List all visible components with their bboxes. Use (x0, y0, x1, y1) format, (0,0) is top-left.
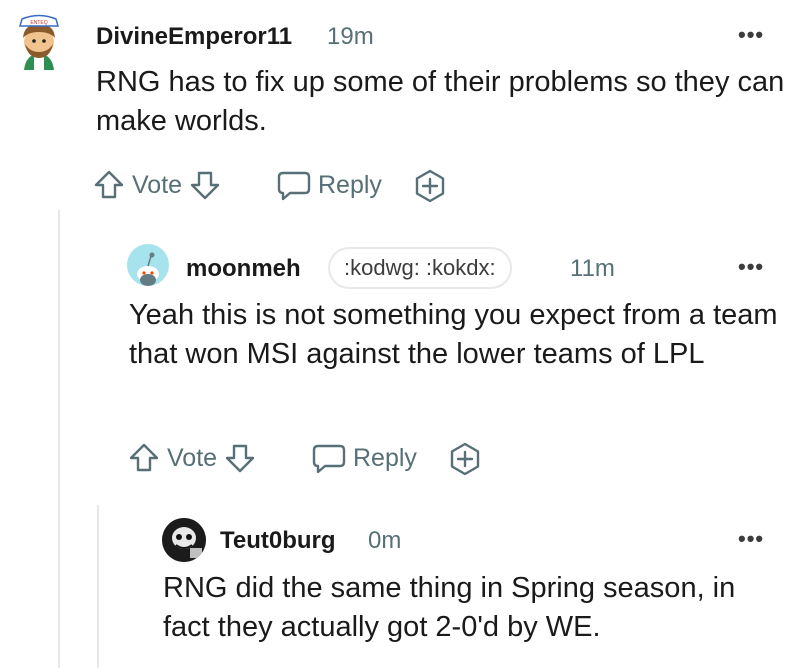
reply-button[interactable]: Reply (276, 168, 388, 202)
comment-bubble-icon (311, 441, 347, 475)
comment-body: Yeah this is not something you expect fr… (129, 299, 778, 370)
reply-button[interactable]: Reply (311, 441, 423, 475)
username[interactable]: moonmeh (186, 255, 301, 283)
award-button[interactable] (447, 441, 483, 477)
vote-control: Vote (127, 441, 257, 475)
vote-label: Vote (167, 443, 218, 472)
award-button[interactable] (412, 168, 448, 204)
reply-label: Reply (318, 170, 382, 199)
upvote-icon[interactable] (92, 168, 126, 202)
ellipsis-icon[interactable]: ••• (738, 24, 764, 46)
user-flair: :kodwg: :kokdx: (328, 247, 512, 289)
thread-line-level-2 (97, 505, 99, 668)
username[interactable]: Teut0burg (220, 527, 336, 555)
comment-body: RNG has to fix up some of their problems… (96, 66, 785, 137)
ellipsis-icon[interactable]: ••• (738, 528, 764, 550)
award-plus-icon (412, 168, 448, 204)
downvote-icon[interactable] (188, 168, 222, 202)
reply-label: Reply (353, 443, 417, 472)
award-plus-icon (447, 441, 483, 477)
ellipsis-icon[interactable]: ••• (738, 256, 764, 278)
vote-control: Vote (92, 168, 222, 202)
timestamp: 19m (327, 23, 374, 50)
svg-text:ENTEQ: ENTEQ (30, 20, 47, 26)
downvote-icon[interactable] (223, 441, 257, 475)
comment-body: RNG did the same thing in Spring season,… (163, 572, 736, 643)
timestamp: 11m (570, 255, 615, 282)
avatar[interactable]: ENTEQ (14, 10, 64, 70)
thread-line-level-1 (58, 210, 60, 668)
vote-label: Vote (132, 170, 183, 199)
comment-bubble-icon (276, 168, 312, 202)
timestamp: 0m (368, 527, 402, 554)
avatar[interactable] (127, 244, 169, 286)
upvote-icon[interactable] (127, 441, 161, 475)
avatar[interactable] (162, 518, 206, 562)
username[interactable]: DivineEmperor11 (96, 23, 292, 51)
